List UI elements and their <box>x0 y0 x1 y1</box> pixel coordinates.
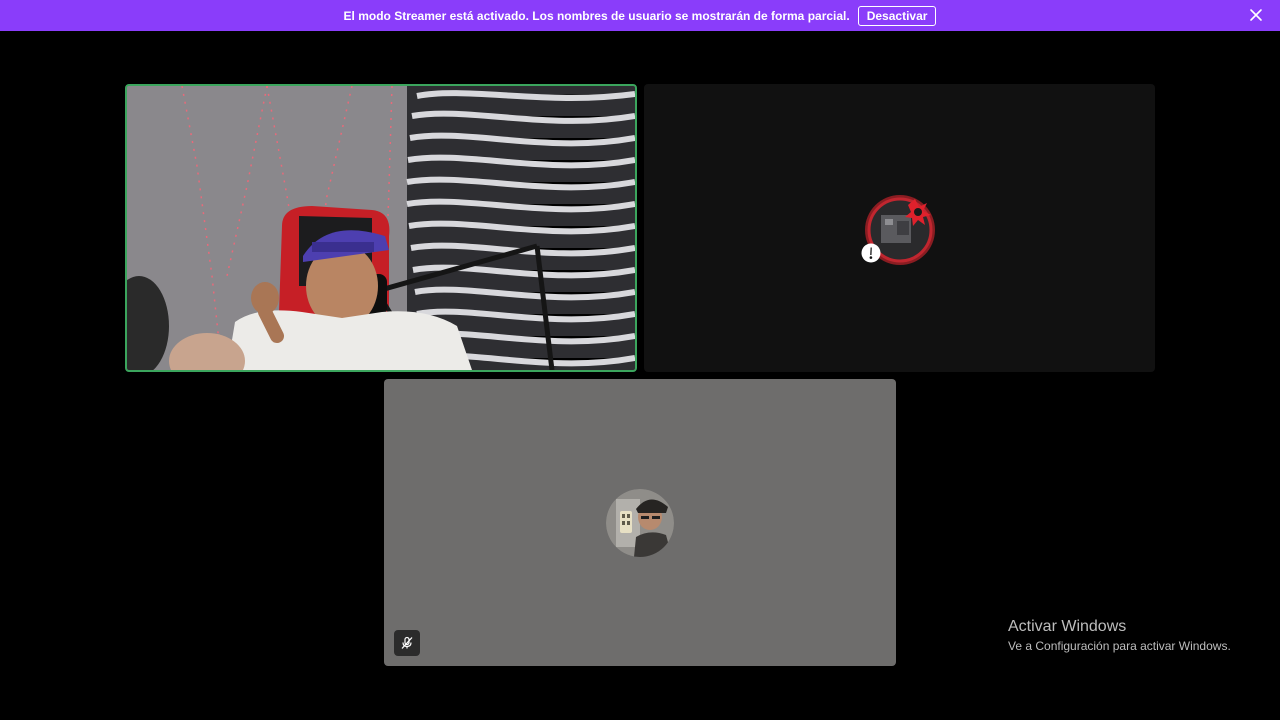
microphone-muted-icon <box>394 630 420 656</box>
deactivate-button[interactable]: Desactivar <box>857 5 937 26</box>
windows-activation-watermark: Activar Windows Ve a Configuración para … <box>1008 617 1231 655</box>
video-tile-camera[interactable] <box>125 84 637 372</box>
streamer-mode-banner: El modo Streamer está activado. Los nomb… <box>0 0 1280 31</box>
voice-tile-avatar[interactable] <box>644 84 1155 372</box>
warning-icon <box>861 243 881 263</box>
user-avatar <box>606 489 674 557</box>
streamer-mode-message: El modo Streamer está activado. Los nomb… <box>343 8 850 23</box>
watermark-subtitle: Ve a Configuración para activar Windows. <box>1008 639 1231 653</box>
voice-tile-muted-user[interactable] <box>384 379 896 666</box>
voice-channel-view: El modo Streamer está activado. Los nomb… <box>0 0 1280 720</box>
close-icon[interactable] <box>1248 7 1264 23</box>
watermark-title: Activar Windows <box>1008 618 1127 635</box>
camera-feed <box>127 86 635 370</box>
